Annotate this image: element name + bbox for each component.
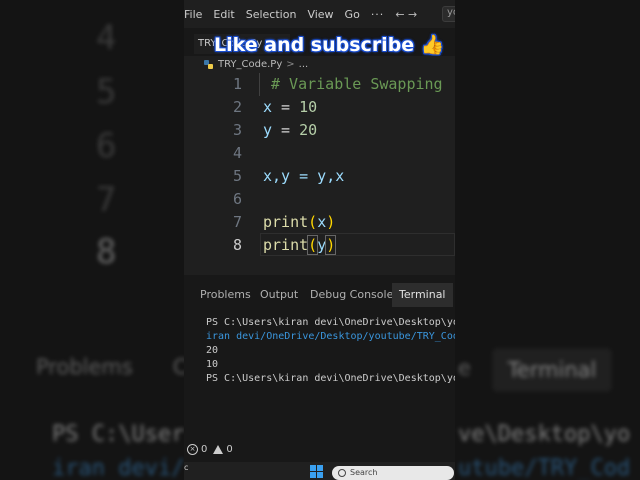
line-number: 5	[232, 167, 242, 185]
error-count[interactable]: 0	[201, 444, 207, 455]
code-comment: # Variable Swapping	[271, 75, 443, 93]
menu-edit[interactable]: Edit	[213, 8, 234, 21]
code-operator: =	[272, 98, 300, 116]
bg-line-number: 6	[96, 126, 117, 166]
panel-tabs: Problems Output Debug Console Terminal	[184, 283, 455, 307]
taskbar-label: c	[184, 463, 189, 472]
bg-line-number: 8	[96, 232, 117, 272]
code-variable: y	[263, 121, 273, 139]
code-swap-statement: x,y = y,x	[263, 167, 345, 185]
warning-icon[interactable]	[213, 445, 224, 454]
menu-view[interactable]: View	[307, 8, 333, 21]
more-menu-icon[interactable]: ···	[371, 8, 385, 21]
line-number: 6	[232, 190, 242, 208]
bg-problems-tab: Problems C	[36, 355, 188, 379]
code-line: 3 y = 20	[184, 119, 455, 142]
terminal-line: 20	[206, 345, 219, 356]
subscribe-overlay: Like and subscribe 👍	[214, 34, 445, 56]
code-function: print	[263, 213, 309, 231]
search-icon	[338, 469, 346, 477]
bg-tab-fragment: e	[458, 356, 471, 380]
code-editor[interactable]: 1 # Variable Swapping 2 x = 10 3 y = 20 …	[184, 72, 455, 275]
vscode-window: File Edit Selection View Go ··· ← → yo T…	[184, 0, 455, 480]
code-line: 2 x = 10	[184, 96, 455, 119]
indent-guide	[259, 73, 260, 96]
code-variable: x	[263, 98, 273, 116]
code-line: 6	[184, 188, 455, 211]
bg-line-number: 4	[96, 18, 117, 58]
windows-taskbar: c Search	[184, 462, 455, 480]
thumbs-up-icon: 👍	[420, 34, 445, 56]
code-number: 20	[299, 121, 318, 139]
error-icon[interactable]: ×	[187, 444, 198, 455]
bg-terminal-line: PS C:\User	[52, 422, 185, 447]
terminal-line: 10	[206, 359, 219, 370]
line-number: 2	[232, 98, 242, 116]
code-line: 7 print(x)	[184, 211, 455, 234]
bg-terminal-line: iran devi/	[52, 456, 185, 480]
bg-line-number: 7	[96, 180, 117, 220]
tab-terminal[interactable]: Terminal	[392, 283, 453, 307]
status-bar: × 0 0	[184, 437, 455, 462]
chevron-right-icon: >	[286, 58, 295, 70]
terminal-line: iran devi/OneDrive/Desktop/youtube/TRY_C…	[206, 331, 455, 342]
code-line: 1 # Variable Swapping	[184, 73, 455, 96]
warning-count[interactable]: 0	[226, 444, 232, 455]
code-variable: x	[317, 213, 327, 231]
nav-arrows-icon[interactable]: ← →	[395, 8, 417, 21]
bg-terminal-line: ve\Desktop\yo	[458, 422, 631, 447]
code-line: 4	[184, 142, 455, 165]
bg-line-number: 5	[96, 72, 117, 112]
code-operator: =	[272, 121, 300, 139]
command-search-input[interactable]: yo	[442, 6, 455, 22]
line-number: 8	[232, 236, 242, 254]
breadcrumb: TRY_Code.Py > ...	[184, 56, 455, 72]
terminal-line: PS C:\Users\kiran devi\OneDrive\Desktop\…	[206, 317, 455, 328]
code-function: print	[263, 236, 309, 254]
code-variable: y	[317, 236, 327, 254]
line-number: 3	[232, 121, 242, 139]
bg-terminal-line: utube/TRY_Cod	[458, 456, 631, 480]
terminal-line: PS C:\Users\kiran devi\OneDrive\Desktop\…	[206, 373, 455, 384]
tab-problems[interactable]: Problems	[200, 283, 251, 307]
tab-debug-console[interactable]: Debug Console	[310, 283, 393, 307]
tab-output[interactable]: Output	[260, 283, 298, 307]
line-number: 4	[232, 144, 242, 162]
menu-file[interactable]: File	[184, 8, 202, 21]
breadcrumb-file[interactable]: TRY_Code.Py	[218, 59, 282, 70]
code-line: 5 x,y = y,x	[184, 165, 455, 188]
line-number: 7	[232, 213, 242, 231]
line-number: 1	[232, 75, 242, 93]
python-file-icon	[204, 59, 213, 69]
menu-bar: File Edit Selection View Go ··· ← → yo	[184, 0, 455, 28]
code-line-active: 8 print(y)	[184, 234, 455, 257]
breadcrumb-symbol[interactable]: ...	[299, 59, 309, 70]
menu-go[interactable]: Go	[345, 8, 360, 21]
bg-terminal-tab: Terminal	[492, 348, 612, 392]
taskbar-search-input[interactable]: Search	[332, 466, 454, 480]
menu-selection[interactable]: Selection	[246, 8, 297, 21]
terminal-output[interactable]: PS C:\Users\kiran devi\OneDrive\Desktop\…	[184, 307, 455, 437]
windows-start-icon[interactable]	[310, 465, 323, 478]
code-number: 10	[299, 98, 318, 116]
